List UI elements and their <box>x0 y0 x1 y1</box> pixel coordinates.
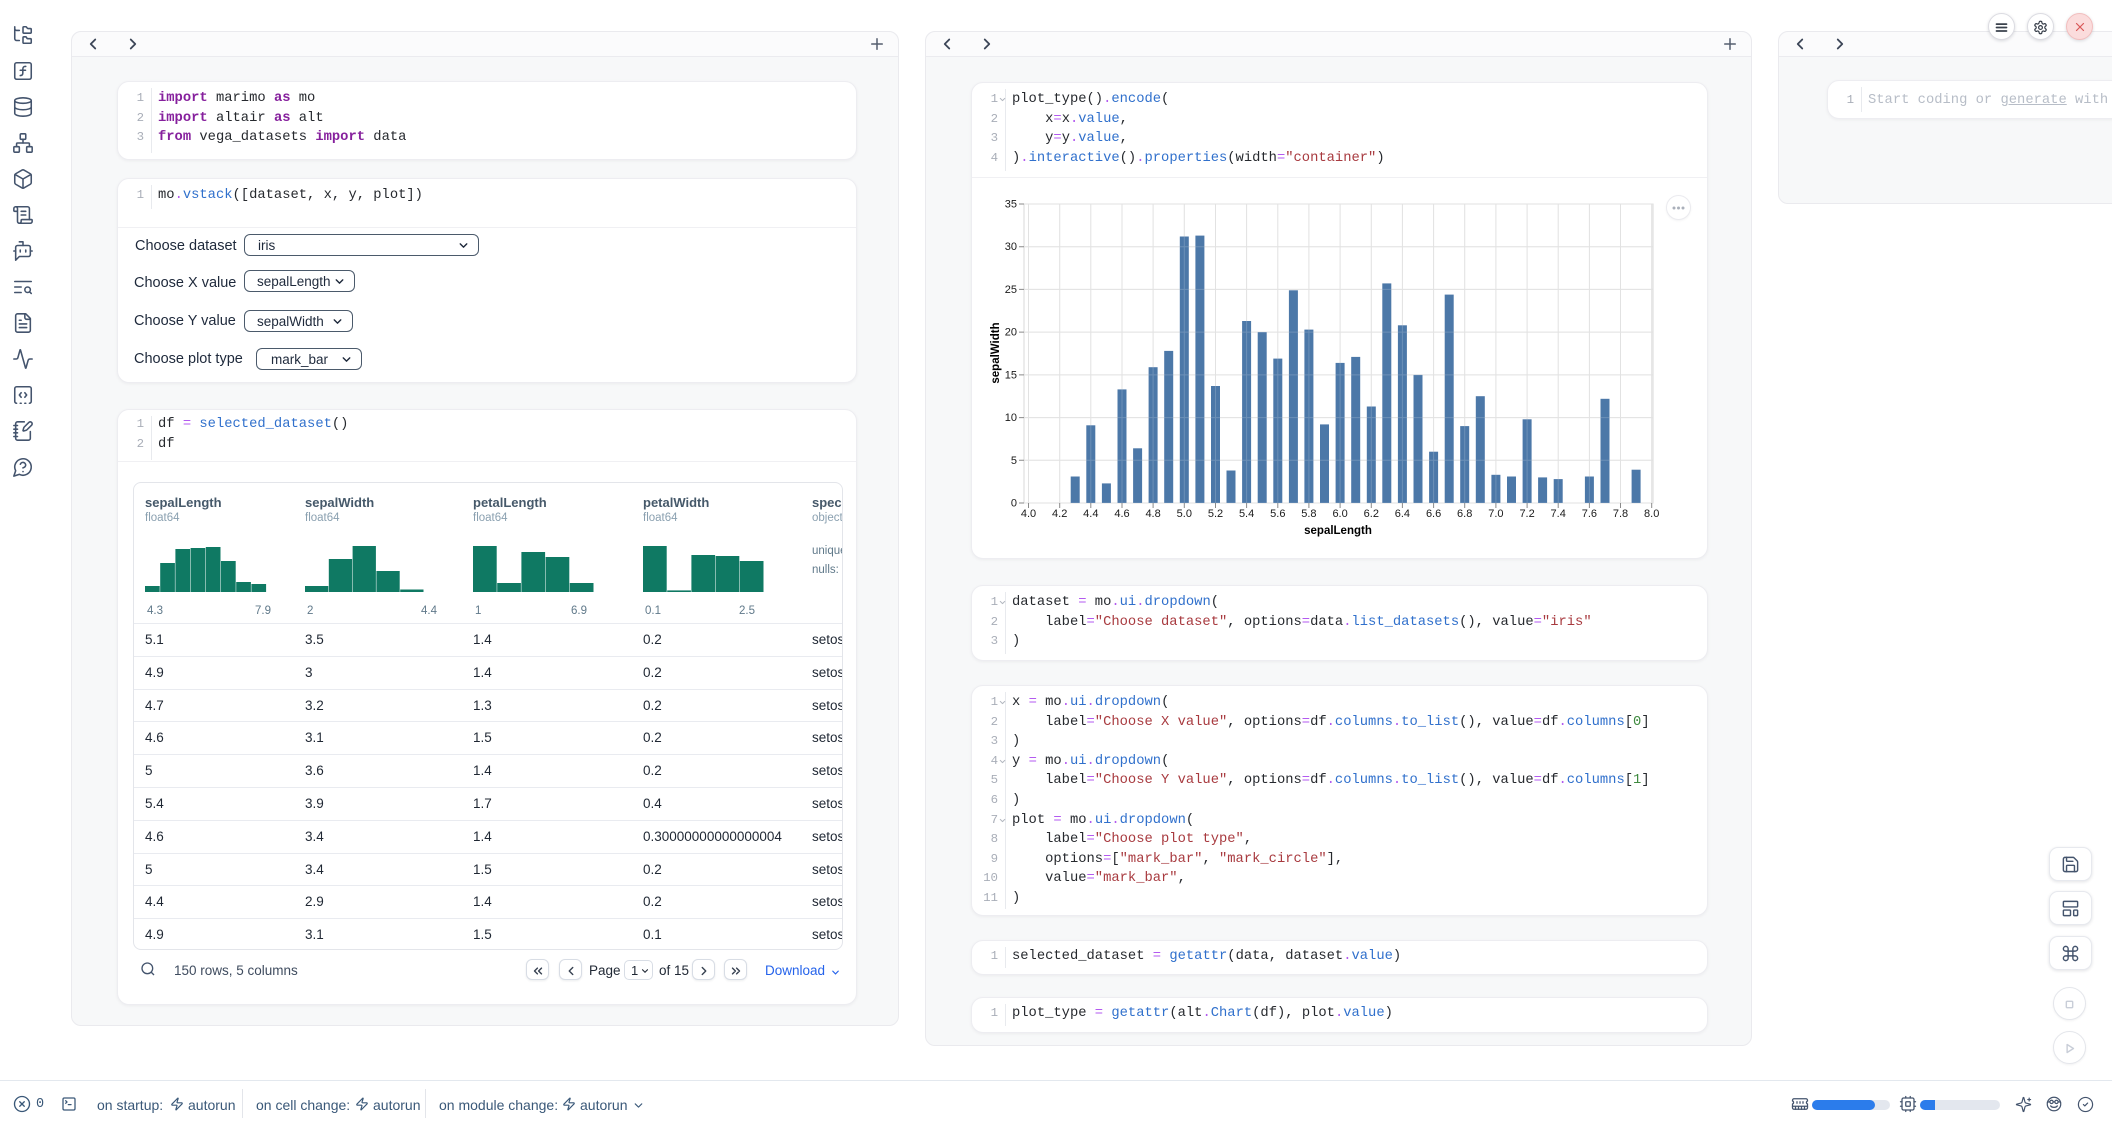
svg-text:0: 0 <box>1011 498 1017 510</box>
svg-text:6.0: 6.0 <box>1332 508 1347 520</box>
svg-text:5: 5 <box>1011 455 1017 467</box>
svg-text:6.4: 6.4 <box>1395 508 1410 520</box>
svg-text:30: 30 <box>1005 241 1017 253</box>
svg-text:4.8: 4.8 <box>1145 508 1160 520</box>
svg-text:6.8: 6.8 <box>1457 508 1472 520</box>
svg-text:5.2: 5.2 <box>1208 508 1223 520</box>
svg-text:4.4: 4.4 <box>1083 508 1098 520</box>
svg-text:sepalWidth: sepalWidth <box>990 322 1002 383</box>
svg-text:7.6: 7.6 <box>1582 508 1597 520</box>
svg-text:7.4: 7.4 <box>1551 508 1566 520</box>
svg-text:4.2: 4.2 <box>1052 508 1067 520</box>
svg-text:7.8: 7.8 <box>1613 508 1628 520</box>
svg-text:20: 20 <box>1005 327 1017 339</box>
svg-text:25: 25 <box>1005 284 1017 296</box>
svg-text:10: 10 <box>1005 412 1017 424</box>
svg-text:15: 15 <box>1005 369 1017 381</box>
svg-text:5.4: 5.4 <box>1239 508 1254 520</box>
svg-text:5.6: 5.6 <box>1270 508 1285 520</box>
svg-text:4.0: 4.0 <box>1021 508 1036 520</box>
svg-text:6.6: 6.6 <box>1426 508 1441 520</box>
svg-text:7.2: 7.2 <box>1519 508 1534 520</box>
svg-text:35: 35 <box>1005 199 1017 211</box>
svg-text:8.0: 8.0 <box>1644 508 1659 520</box>
svg-text:sepalLength: sepalLength <box>1304 525 1372 537</box>
svg-text:5.8: 5.8 <box>1301 508 1316 520</box>
svg-text:5.0: 5.0 <box>1177 508 1192 520</box>
svg-text:7.0: 7.0 <box>1488 508 1503 520</box>
svg-text:6.2: 6.2 <box>1364 508 1379 520</box>
svg-text:4.6: 4.6 <box>1114 508 1129 520</box>
